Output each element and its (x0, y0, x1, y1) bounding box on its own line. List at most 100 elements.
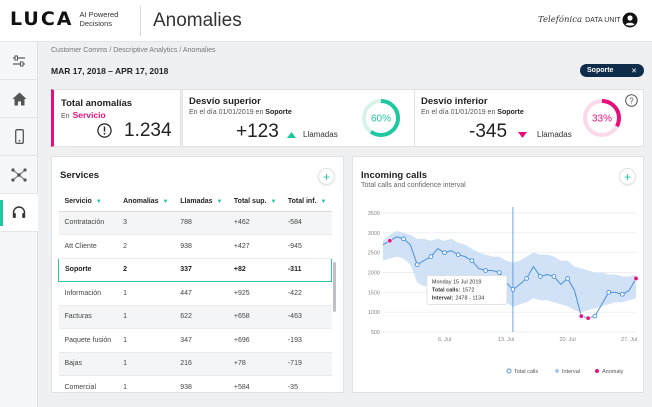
home-icon (12, 92, 26, 105)
services-card: Services + Servicio ▼ Anomalías ▼ Llamadas ▼ T… (51, 156, 344, 400)
table-cell: 1 (117, 328, 175, 353)
partner-unit: DATA UNIT (585, 17, 621, 24)
data-point (565, 276, 570, 281)
headset-icon (12, 206, 26, 218)
y-tick-label: 2000 (368, 271, 380, 277)
table-cell: Bajas (58, 352, 118, 376)
kpi-lower-sub-prefix: En el día 01/01/2019 en (421, 109, 496, 116)
help-icon[interactable]: ? (625, 94, 638, 107)
table-cell: -311 (281, 257, 332, 282)
legend-marker (555, 369, 559, 373)
table-cell: -463 (281, 305, 332, 329)
table-cell: 347 (174, 328, 228, 353)
column-header-label: Llamadas (180, 198, 213, 206)
sidebar-item-mobile[interactable] (0, 118, 38, 156)
tagline-line-2: Decisions (79, 19, 113, 28)
y-tick-label: 2500 (368, 251, 380, 257)
add-services-button[interactable]: + (318, 168, 335, 185)
kpi-total-dimension[interactable]: Servicio (73, 110, 106, 120)
y-tick-label: 1000 (368, 310, 380, 316)
table-row[interactable]: Comercial 1 938 +584 -35 (58, 375, 332, 400)
kpi-total-anomalies: Total anomalías En Servicio 1.234 (51, 89, 181, 147)
table-cell: 1 (117, 352, 175, 376)
luca-logo[interactable]: LUCA AI Powered Decisions (10, 8, 130, 30)
table-cell: Paquete fusión (58, 328, 118, 353)
tooltip-date: Monday 15 Jul 2019 (432, 279, 482, 285)
tooltip-interval: Interval: 2478 - 1134 (432, 295, 484, 301)
sidebar-item-settings[interactable] (0, 42, 38, 80)
table-scrollbar[interactable] (333, 262, 336, 312)
table-row[interactable]: Bajas 1 216 +78 -719 (58, 352, 332, 376)
breadcrumb[interactable]: Customer Comms / Descriptive Analytics /… (51, 47, 216, 54)
column-header[interactable]: Total inf. ▼ (281, 193, 332, 212)
tooltip-interval-label: Interval: (432, 295, 454, 301)
kpi-upper-title: Desvío superior (189, 96, 261, 107)
kpi-lower-title: Desvío inferior (421, 96, 488, 107)
table-cell: 788 (174, 211, 228, 235)
table-cell: -35 (281, 375, 332, 400)
column-header[interactable]: Servicio ▼ (58, 193, 118, 212)
lower-percent-ring: 33% (583, 99, 621, 137)
column-header[interactable]: Anomalías ▼ (117, 193, 175, 212)
sidebar-item-calls[interactable] (0, 194, 38, 232)
kpi-total-title: Total anomalías (61, 98, 133, 109)
tooltip-total-label: Total calls: (432, 287, 460, 293)
anomaly-point (578, 313, 584, 319)
table-cell: -945 (281, 234, 332, 259)
sidebar-item-home[interactable] (0, 80, 38, 118)
data-point (619, 291, 625, 297)
incoming-calls-chart[interactable]: 500 1000 1500 2000 2500 3000 3500 6. Jul 13. Jul… (353, 157, 643, 392)
anomaly-point (633, 275, 639, 281)
table-cell: +696 (227, 328, 282, 353)
table-row[interactable]: Soporte 2 337 +82 -311 (58, 257, 332, 282)
kpi-total-scope: En Servicio (61, 110, 106, 120)
logo-tagline: AI Powered Decisions (80, 10, 130, 28)
header-divider (140, 6, 141, 36)
table-row[interactable]: Información 1 447 +925 -422 (58, 281, 332, 306)
table-cell: 938 (174, 234, 228, 259)
user-account-icon[interactable] (622, 12, 638, 28)
sort-arrow-icon[interactable]: ▼ (96, 199, 102, 205)
table-cell: Facturas (58, 305, 118, 329)
arrow-up-icon (287, 132, 296, 138)
sort-arrow-icon[interactable]: ▼ (270, 199, 276, 205)
sidebar-item-network[interactable] (0, 156, 38, 194)
column-header-label: Total sup. (233, 198, 267, 206)
kpi-deviation-panel: Desvío superior En el día 01/01/2019 en … (182, 89, 644, 148)
interval-band (383, 230, 636, 313)
anomaly-point (387, 238, 393, 244)
y-tick-label: 3500 (368, 211, 380, 217)
sort-arrow-icon[interactable]: ▼ (217, 199, 223, 205)
table-row[interactable]: Facturas 1 622 +658 -463 (58, 305, 332, 329)
table-cell: +658 (227, 305, 282, 329)
column-header[interactable]: Total sup. ▼ (227, 193, 282, 212)
table-header-row: Servicio ▼ Anomalías ▼ Llamadas ▼ Total sup. ▼ T… (58, 193, 332, 212)
kpi-total-prefix: En (61, 113, 70, 120)
table-row[interactable]: Contratación 3 788 +462 -584 (58, 211, 332, 235)
mobile-icon (14, 129, 24, 144)
incoming-calls-card: Incoming calls Total calls and confidenc… (352, 156, 644, 393)
table-row[interactable]: Att Cliente 2 938 +427 -945 (58, 234, 332, 259)
filter-chip[interactable]: Soporte ✕ (580, 64, 644, 77)
table-cell: 2 (117, 234, 175, 259)
data-point (414, 262, 420, 267)
table-cell: 938 (174, 375, 228, 400)
column-header-label: Servicio (64, 198, 92, 206)
table-cell: +82 (227, 257, 282, 282)
table-cell: -584 (281, 211, 332, 235)
date-range[interactable]: MAR 17, 2018 – APR 17, 2018 (51, 66, 168, 76)
sort-arrow-icon[interactable]: ▼ (163, 199, 169, 205)
column-header-label: Total inf. (287, 198, 317, 206)
table-row[interactable]: Paquete fusión 1 347 +696 -193 (58, 328, 332, 353)
tagline-line-1: AI Powered (79, 10, 119, 19)
column-header[interactable]: Llamadas ▼ (174, 193, 228, 212)
table-cell: +584 (227, 375, 282, 400)
top-bar: LUCA AI Powered Decisions Anomalies Tele… (0, 0, 652, 42)
upper-percent-ring: 60% (362, 99, 400, 137)
data-point (469, 258, 475, 263)
data-point (606, 289, 611, 295)
close-icon[interactable]: ✕ (631, 67, 637, 75)
data-point (537, 274, 543, 279)
y-tick-label: 1500 (368, 290, 380, 296)
sort-arrow-icon[interactable]: ▼ (321, 199, 327, 205)
